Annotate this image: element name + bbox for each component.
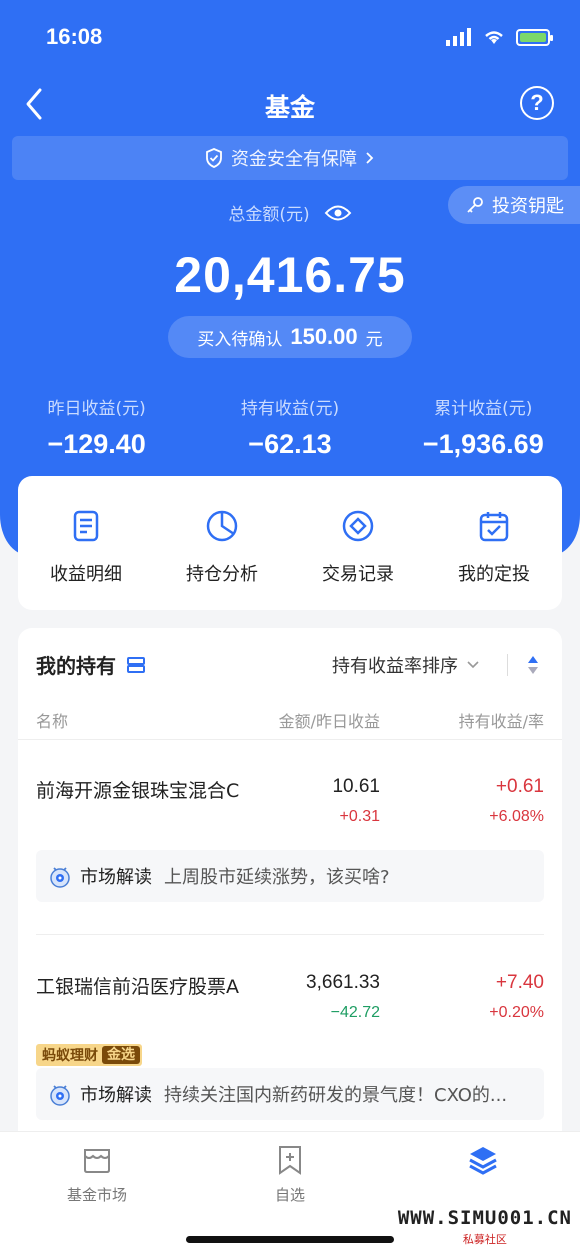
fund-profit: +7.40 xyxy=(495,972,544,993)
divider xyxy=(36,934,544,935)
market-label: 市场解读 xyxy=(80,1085,152,1106)
safety-text: 资金安全有保障 xyxy=(231,149,357,170)
fund-amount: 3,661.33 xyxy=(306,972,380,993)
total-label: 总金额(元) xyxy=(0,200,580,225)
pending-label: 买入待确认 xyxy=(197,329,283,350)
market-text: 持续关注国内新药研发的景气度！CXO的... xyxy=(164,1085,508,1106)
shield-icon xyxy=(206,148,222,168)
holdings-title-text: 我的持有 xyxy=(36,654,116,678)
pie-chart-icon xyxy=(206,510,238,542)
divider xyxy=(18,739,562,740)
stat-yesterday: 昨日收益(元) −129.40 xyxy=(0,394,193,460)
quick-label: 交易记录 xyxy=(322,564,394,585)
fund-rate: +0.20% xyxy=(489,1004,544,1021)
market-label: 市场解读 xyxy=(80,867,152,888)
col-name: 名称 xyxy=(36,712,69,731)
help-icon[interactable]: ? xyxy=(520,86,554,120)
stat-cumulative: 累计收益(元) −1,936.69 xyxy=(387,394,580,460)
quick-trade-records[interactable]: 交易记录 xyxy=(290,476,426,610)
badge-right: 金选 xyxy=(102,1046,140,1064)
sort-label: 持有收益率排序 xyxy=(332,656,458,677)
quick-label: 持仓分析 xyxy=(186,564,258,585)
badge-left: 蚂蚁理财 xyxy=(42,1048,98,1064)
stat-label: 昨日收益(元) xyxy=(47,399,146,419)
battery-icon xyxy=(516,28,553,46)
chevron-down-icon xyxy=(467,661,479,669)
sort-order-icon[interactable] xyxy=(526,654,540,676)
holdings-header: 我的持有 持有收益率排序 xyxy=(36,650,544,680)
total-label-text: 总金额(元) xyxy=(228,205,310,225)
total-amount: 20,416.75 xyxy=(174,247,406,303)
earnings-stats: 昨日收益(元) −129.40 持有收益(元) −62.13 累计收益(元) −… xyxy=(0,394,580,460)
safety-banner[interactable]: 资金安全有保障 xyxy=(12,136,568,180)
status-icons xyxy=(446,28,553,46)
record-icon xyxy=(342,510,374,542)
bookmark-add-icon xyxy=(279,1146,301,1175)
tab-label: 自选 xyxy=(274,1186,305,1204)
stat-holding: 持有收益(元) −62.13 xyxy=(193,394,386,460)
market-text: 上周股市延续涨势，该买啥? xyxy=(164,867,390,888)
pending-unit: 元 xyxy=(365,329,383,350)
eye-icon[interactable] xyxy=(324,204,352,222)
header-panel: 16:08 基金 ? 资金安全有保障 投资钥匙 总金额(元) 20,416.75… xyxy=(0,0,580,555)
document-icon xyxy=(73,510,99,542)
stat-value: −1,936.69 xyxy=(422,429,544,459)
signal-icon xyxy=(446,28,471,46)
fund-day-profit: +0.31 xyxy=(339,808,380,825)
store-icon xyxy=(84,1149,110,1173)
chevron-right-icon xyxy=(366,152,374,164)
quick-actions: 收益明细 持仓分析 交易记录 我的定投 xyxy=(18,476,562,610)
stat-label: 累计收益(元) xyxy=(434,399,533,419)
tab-fund-market[interactable]: 基金市场 xyxy=(37,1144,157,1205)
sort-dropdown[interactable]: 持有收益率排序 xyxy=(332,652,480,678)
holdings-title: 我的持有 xyxy=(36,650,146,679)
ant-select-badge: 蚂蚁理财 金选 xyxy=(36,1044,142,1066)
header-separator xyxy=(507,654,508,676)
col-amount: 金额/昨日收益 xyxy=(278,712,380,731)
watermark-text: WWW.SIMU001.CN xyxy=(397,1207,572,1229)
fund-name: 前海开源金银珠宝混合C xyxy=(36,780,240,802)
tab-label: 基金市场 xyxy=(66,1186,127,1204)
quick-label: 我的定投 xyxy=(458,564,530,585)
pending-confirm-pill[interactable]: 买入待确认 150.00 元 xyxy=(168,316,412,358)
robot-icon xyxy=(50,1085,70,1106)
tab-holdings[interactable] xyxy=(423,1144,543,1184)
stat-value: −129.40 xyxy=(47,429,146,459)
col-profit: 持有收益/率 xyxy=(458,712,544,731)
bottom-tab-bar: 基金市场 自选 WWW.SIMU001.CN 私募社区 xyxy=(0,1131,580,1255)
quick-holdings-analysis[interactable]: 持仓分析 xyxy=(154,476,290,610)
stat-label: 持有收益(元) xyxy=(240,399,340,419)
market-insight[interactable]: 市场解读 上周股市延续涨势，该买啥? xyxy=(36,850,544,902)
watermark: WWW.SIMU001.CN 私募社区 xyxy=(398,1207,572,1247)
fund-profit: +0.61 xyxy=(495,776,544,797)
fund-name: 工银瑞信前沿医疗股票A xyxy=(36,976,239,998)
nav-bar: 基金 ? xyxy=(0,80,580,128)
market-insight[interactable]: 市场解读 持续关注国内新药研发的景气度！CXO的... xyxy=(36,1068,544,1120)
layers-icon xyxy=(469,1147,497,1175)
pending-amount: 150.00 xyxy=(290,324,358,349)
stat-value: −62.13 xyxy=(248,429,332,459)
page-title: 基金 xyxy=(264,93,315,122)
holdings-card: 我的持有 持有收益率排序 名称 金额/昨日收益 持有收益/率 前海开源金银珠宝混… xyxy=(18,628,562,1148)
fund-day-profit: −42.72 xyxy=(330,1004,380,1021)
quick-earnings-detail[interactable]: 收益明细 xyxy=(18,476,154,610)
wifi-icon xyxy=(485,31,503,44)
list-toggle-icon[interactable] xyxy=(126,656,146,674)
quick-label: 收益明细 xyxy=(50,564,122,585)
fund-rate: +6.08% xyxy=(489,808,544,825)
robot-icon xyxy=(50,867,70,888)
tab-watchlist[interactable]: 自选 xyxy=(230,1144,350,1205)
home-indicator xyxy=(186,1236,394,1243)
quick-my-auto-invest[interactable]: 我的定投 xyxy=(426,476,562,610)
fund-amount: 10.61 xyxy=(332,776,380,797)
watermark-subtext: 私募社区 xyxy=(462,1233,507,1246)
status-bar: 16:08 xyxy=(46,22,553,52)
status-time: 16:08 xyxy=(46,24,103,49)
calendar-check-icon xyxy=(479,512,509,542)
